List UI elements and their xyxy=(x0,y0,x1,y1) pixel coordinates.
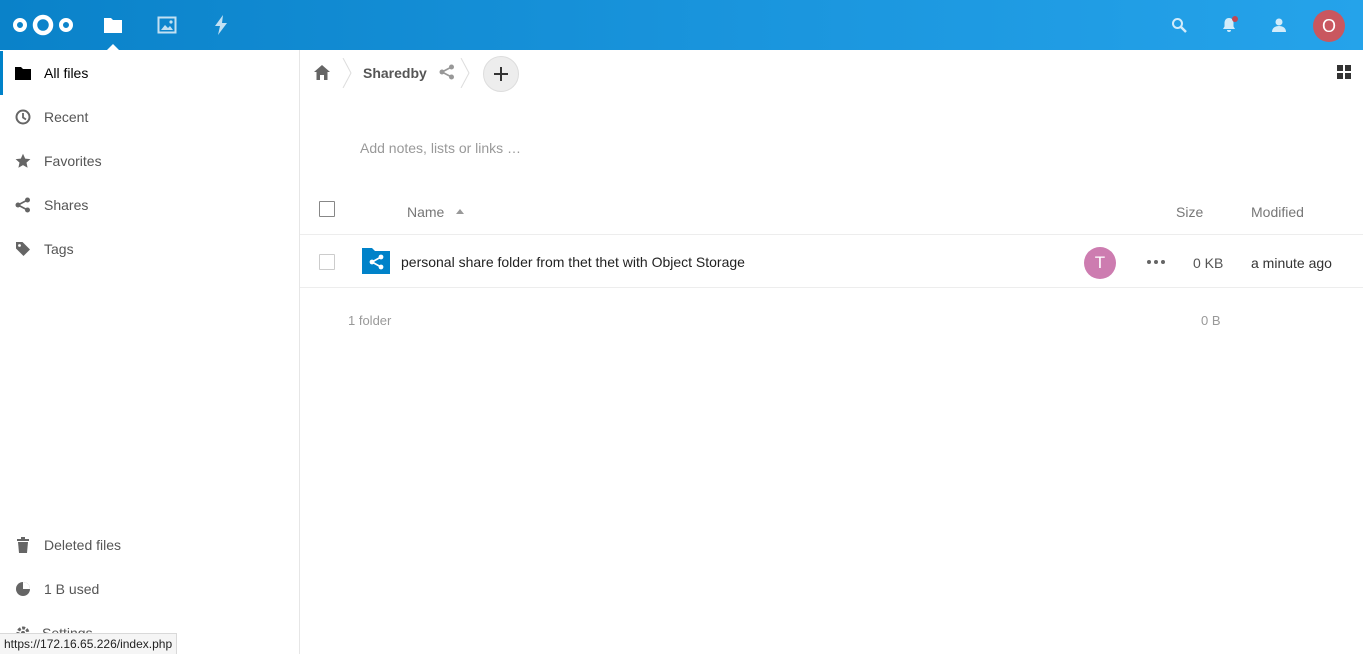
tag-icon xyxy=(14,240,32,258)
more-options-icon[interactable] xyxy=(1145,253,1167,271)
nextcloud-logo[interactable] xyxy=(12,12,74,38)
sidebar-item-recent[interactable]: Recent xyxy=(0,95,299,139)
notifications-bell-icon[interactable] xyxy=(1216,12,1242,38)
contacts-icon[interactable] xyxy=(1266,12,1292,38)
sidebar-item-label: All files xyxy=(44,65,89,81)
star-icon xyxy=(14,152,32,170)
sidebar-item-label: Recent xyxy=(44,109,89,125)
file-list-header: Name Size Modified xyxy=(300,190,1363,235)
sidebar-item-deleted-files[interactable]: Deleted files xyxy=(0,523,299,567)
summary-size: 0 B xyxy=(1201,313,1221,328)
sidebar-item-favorites[interactable]: Favorites xyxy=(0,139,299,183)
clock-icon xyxy=(14,108,32,126)
sidebar-item-label: Favorites xyxy=(44,153,102,169)
sidebar: All files Recent Favorites Shares Tags D… xyxy=(0,50,300,654)
summary-count: 1 folder xyxy=(348,313,392,328)
row-checkbox[interactable] xyxy=(319,254,335,270)
sidebar-item-tags[interactable]: Tags xyxy=(0,227,299,271)
owner-avatar[interactable]: T xyxy=(1084,247,1116,279)
main-content: Sharedby Add notes, lists or links … Nam… xyxy=(300,50,1363,654)
status-bar-url: https://172.16.65.226/index.php xyxy=(0,633,178,654)
size-column-header[interactable]: Size xyxy=(1176,204,1203,220)
rich-workspace-notes[interactable]: Add notes, lists or links … xyxy=(360,140,960,156)
name-column-header[interactable]: Name xyxy=(407,204,444,220)
quota-label: 1 B used xyxy=(44,581,100,597)
sidebar-item-label: Tags xyxy=(44,241,74,257)
home-icon[interactable] xyxy=(313,63,331,81)
shared-folder-icon[interactable] xyxy=(362,248,390,274)
activity-app-icon[interactable] xyxy=(208,12,234,38)
search-icon[interactable] xyxy=(1166,12,1192,38)
sidebar-quota: 1 B used xyxy=(0,567,299,611)
share-icon xyxy=(14,196,32,214)
files-app-icon[interactable] xyxy=(100,12,126,38)
grid-view-icon[interactable] xyxy=(1336,64,1352,80)
notification-dot xyxy=(1232,16,1238,22)
photos-app-icon[interactable] xyxy=(154,12,180,38)
user-avatar[interactable]: O xyxy=(1313,10,1345,42)
file-size: 0 KB xyxy=(1193,255,1224,271)
breadcrumb-separator xyxy=(342,58,352,88)
plus-icon xyxy=(494,67,508,81)
new-file-button[interactable] xyxy=(483,56,519,92)
sidebar-item-shares[interactable]: Shares xyxy=(0,183,299,227)
sidebar-item-label: Shares xyxy=(44,197,89,213)
pie-chart-icon xyxy=(14,580,32,598)
sort-ascending-icon xyxy=(456,209,464,214)
breadcrumb-folder[interactable]: Sharedby xyxy=(363,65,427,81)
trash-icon xyxy=(14,536,32,554)
modified-column-header[interactable]: Modified xyxy=(1251,204,1304,220)
top-header: O xyxy=(0,0,1363,50)
select-all-checkbox[interactable] xyxy=(319,201,335,217)
breadcrumb-separator xyxy=(460,58,470,88)
file-modified: a minute ago xyxy=(1251,255,1332,271)
table-row[interactable]: personal share folder from thet thet wit… xyxy=(300,235,1363,288)
sidebar-item-all-files[interactable]: All files xyxy=(0,51,299,95)
sidebar-item-label: Deleted files xyxy=(44,537,122,553)
folder-icon xyxy=(14,64,32,82)
share-icon[interactable] xyxy=(439,64,455,80)
file-name[interactable]: personal share folder from thet thet wit… xyxy=(401,254,745,270)
